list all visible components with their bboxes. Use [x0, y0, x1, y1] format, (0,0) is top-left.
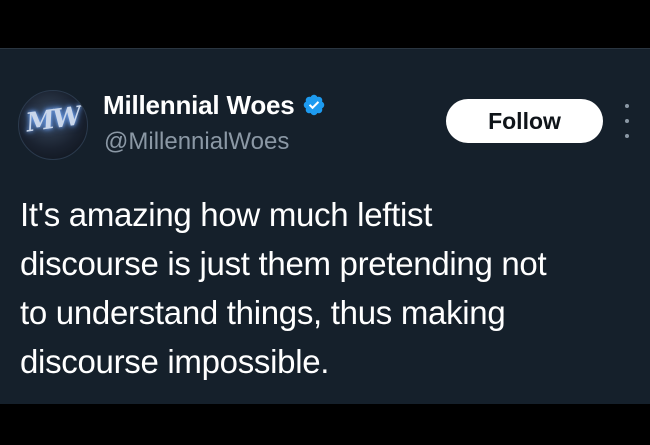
dot	[625, 134, 629, 138]
tweet-text: It's amazing how much leftist discourse …	[20, 190, 630, 386]
more-vertical-icon[interactable]	[620, 104, 634, 138]
dot	[625, 104, 629, 108]
tweet-line: discourse impossible.	[20, 343, 330, 380]
screenshot-frame: MW Millennial Woes @MillennialWoes Follo…	[0, 0, 650, 445]
avatar-logo: MW	[24, 101, 82, 139]
bottom-letterbox	[0, 404, 650, 445]
avatar[interactable]: MW	[18, 90, 88, 160]
tweet-line: discourse is just them pretending not	[20, 245, 547, 282]
tweet-line: to understand things, thus making	[20, 294, 506, 331]
verified-badge-icon	[302, 93, 326, 117]
author-handle[interactable]: @MillennialWoes	[104, 128, 289, 156]
display-name[interactable]: Millennial Woes	[103, 90, 295, 121]
top-letterbox	[0, 0, 650, 48]
follow-button[interactable]: Follow	[446, 99, 603, 143]
dot	[625, 119, 629, 123]
tweet-line: It's amazing how much leftist	[20, 196, 433, 233]
author-name-row: Millennial Woes	[103, 88, 326, 122]
